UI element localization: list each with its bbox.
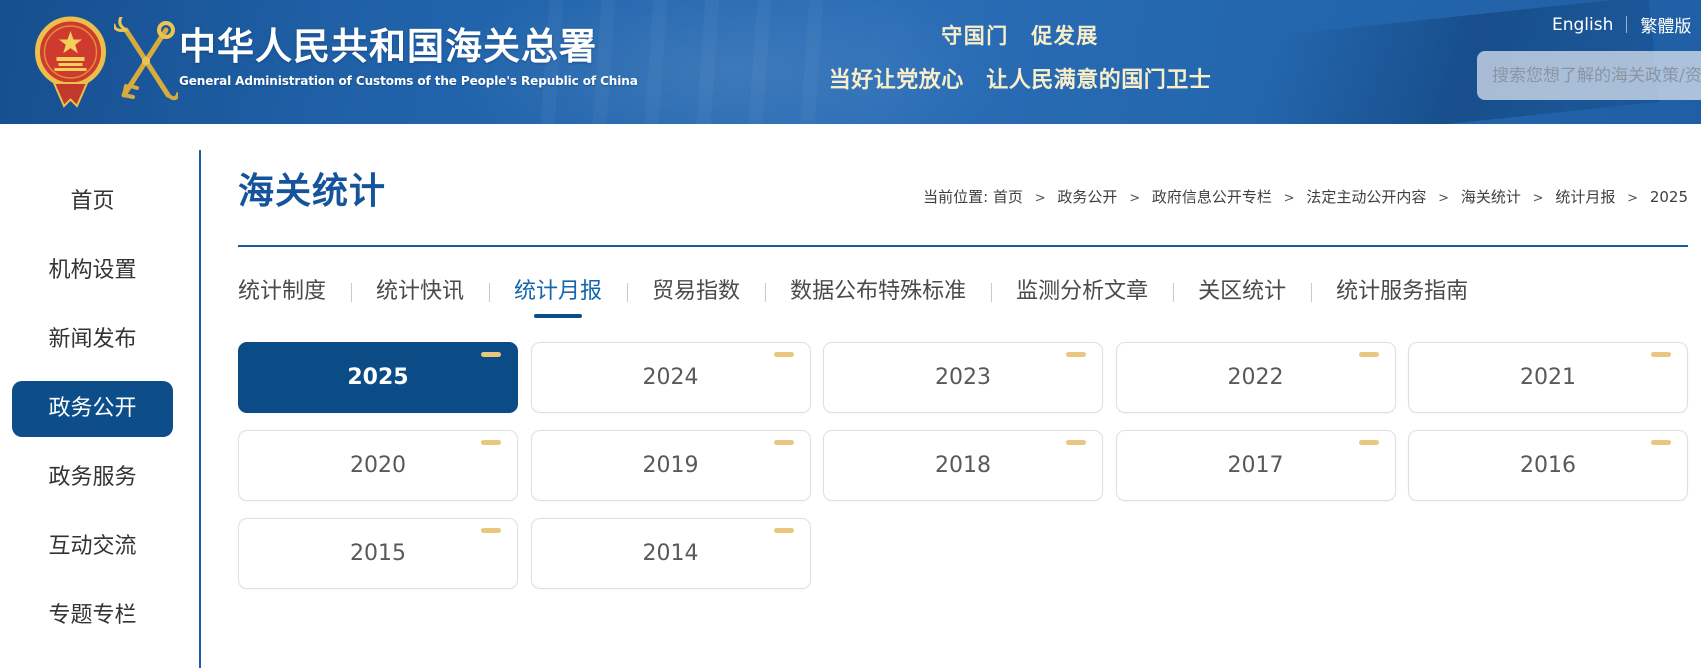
tab-data-release-standards[interactable]: 数据公布特殊标准 [765,278,991,306]
sidebar-nav: 首页 机构设置 新闻发布 政务公开 政务服务 互动交流 专题专栏 [0,124,200,671]
year-card-2020[interactable]: 2020 [238,430,518,501]
site-subtitle: General Administration of Customs of the… [179,74,638,88]
sidebar-item-gov-services[interactable]: 政务服务 [12,450,173,506]
national-emblem-icon [33,11,108,116]
site-branding: 中华人民共和国海关总署 General Administration of Cu… [179,27,638,88]
breadcrumb-link-monthly-report[interactable]: 统计月报 [1555,188,1615,206]
year-card-2023[interactable]: 2023 [823,342,1103,413]
year-card-2018[interactable]: 2018 [823,430,1103,501]
year-card-2014[interactable]: 2014 [531,518,811,589]
breadcrumb-current-year[interactable]: 2025 [1650,188,1688,206]
language-switcher: English 繁體版 [1552,12,1701,37]
statistics-tabs: 统计制度 统计快讯 统计月报 贸易指数 数据公布特殊标准 监测分析文章 关区统计… [238,278,1493,306]
tab-statistics-service-guide[interactable]: 统计服务指南 [1311,278,1493,306]
slogan-line-2: 当好让党放心 让人民满意的国门卫士 [828,62,1212,94]
tab-monthly-report[interactable]: 统计月报 [489,278,627,306]
sidebar-item-gov-disclosure[interactable]: 政务公开 [12,381,173,437]
breadcrumb-separator: > [1438,191,1449,206]
sidebar-item-special-topics[interactable]: 专题专栏 [12,588,173,644]
year-card-2017[interactable]: 2017 [1116,430,1396,501]
slogan-line-1: 守国门 促发展 [828,20,1212,50]
year-card-2025[interactable]: 2025 [238,342,518,413]
breadcrumb-separator: > [1129,191,1140,206]
customs-key-caduceus-icon [114,17,178,109]
tab-statistics-system[interactable]: 统计制度 [238,278,351,306]
year-card-2015[interactable]: 2015 [238,518,518,589]
breadcrumb-separator: > [1533,191,1544,206]
title-divider-line [238,245,1688,247]
site-header: 中华人民共和国海关总署 General Administration of Cu… [0,0,1701,124]
year-card-2024[interactable]: 2024 [531,342,811,413]
sidebar-divider [199,150,201,668]
breadcrumb-link-home[interactable]: 首页 [993,188,1023,206]
breadcrumb-separator: > [1284,191,1295,206]
lang-link-traditional-chinese[interactable]: 繁體版 [1640,12,1691,37]
lang-link-english[interactable]: English [1552,15,1613,35]
year-card-grid: 2025 2024 2023 2022 2021 2020 2019 2018 … [238,342,1688,589]
breadcrumb-link-legal-disclosure[interactable]: 法定主动公开内容 [1306,188,1426,206]
sidebar-item-news[interactable]: 新闻发布 [12,312,173,368]
tab-district-statistics[interactable]: 关区统计 [1173,278,1311,306]
sidebar-item-home[interactable]: 首页 [12,174,173,230]
year-card-2022[interactable]: 2022 [1116,342,1396,413]
breadcrumb-link-info-disclosure-column[interactable]: 政府信息公开专栏 [1152,188,1272,206]
tab-statistics-express[interactable]: 统计快讯 [351,278,489,306]
lang-divider [1626,16,1627,33]
search-box [1477,51,1701,100]
tab-monitoring-analysis[interactable]: 监测分析文章 [991,278,1173,306]
year-card-2019[interactable]: 2019 [531,430,811,501]
site-title: 中华人民共和国海关总署 [179,27,638,67]
breadcrumb-link-gov-disclosure[interactable]: 政务公开 [1057,188,1117,206]
page-title: 海关统计 [238,162,386,214]
sidebar-item-interaction[interactable]: 互动交流 [12,519,173,575]
breadcrumb-prefix: 当前位置: [923,188,988,206]
year-card-2021[interactable]: 2021 [1408,342,1688,413]
search-input[interactable] [1477,66,1701,86]
sidebar-item-organization[interactable]: 机构设置 [12,243,173,299]
breadcrumb-separator: > [1627,191,1638,206]
breadcrumb: 当前位置: 首页 > 政务公开 > 政府信息公开专栏 > 法定主动公开内容 > … [923,186,1688,207]
main-content: 海关统计 当前位置: 首页 > 政务公开 > 政府信息公开专栏 > 法定主动公开… [238,124,1688,671]
breadcrumb-link-customs-statistics[interactable]: 海关统计 [1461,188,1521,206]
tab-trade-index[interactable]: 贸易指数 [627,278,765,306]
breadcrumb-separator: > [1035,191,1046,206]
year-card-2016[interactable]: 2016 [1408,430,1688,501]
